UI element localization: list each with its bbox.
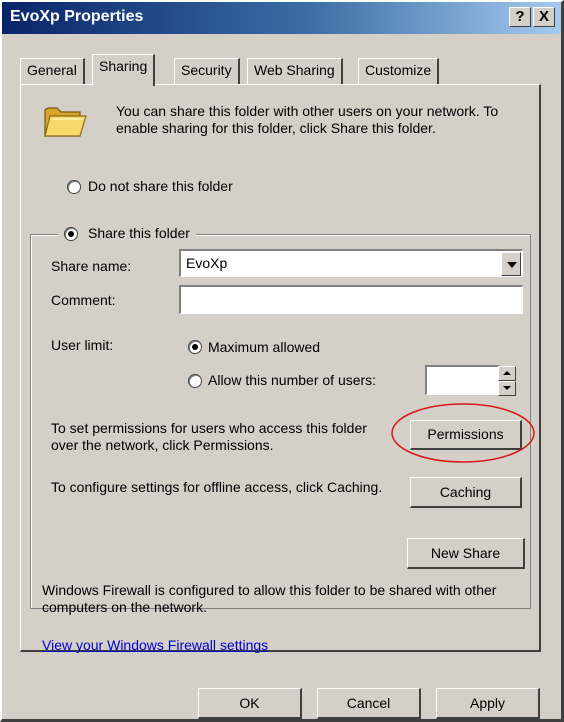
maximum-allowed-label[interactable]: Maximum allowed [208, 339, 320, 356]
apply-button[interactable]: Apply [436, 688, 540, 719]
title-bar[interactable]: EvoXp Properties ? X [2, 2, 561, 34]
comment-label: Comment: [51, 292, 116, 308]
properties-window: EvoXp Properties ? X General Sharing Sec… [0, 0, 564, 722]
tab-web-sharing[interactable]: Web Sharing [247, 58, 343, 84]
firewall-text: Windows Firewall is configured to allow … [42, 582, 497, 615]
share-name-dropdown[interactable]: EvoXp [179, 249, 523, 277]
chevron-down-icon[interactable] [501, 252, 521, 276]
share-name-value: EvoXp [186, 255, 228, 271]
do-not-share-radio[interactable] [67, 180, 81, 194]
user-limit-label: User limit: [51, 337, 114, 353]
share-folder-radio[interactable] [64, 227, 78, 241]
shared-folder-icon [44, 107, 87, 137]
share-name-label: Share name: [51, 258, 132, 274]
tab-security[interactable]: Security [174, 58, 240, 84]
intro-text: You can share this folder with other use… [116, 103, 499, 136]
caching-text: To configure settings for offline access… [51, 479, 383, 495]
allow-number-radio[interactable] [188, 374, 202, 388]
ok-button[interactable]: OK [198, 688, 302, 719]
new-share-button[interactable]: New Share [407, 538, 525, 569]
share-this-folder-option[interactable]: Share this folder [58, 224, 196, 244]
tab-sharing[interactable]: Sharing [92, 54, 156, 86]
share-folder-label[interactable]: Share this folder [88, 225, 214, 241]
user-count-input[interactable] [425, 365, 500, 395]
window-title: EvoXp Properties [10, 8, 144, 25]
do-not-share-label[interactable]: Do not share this folder [88, 178, 233, 195]
caching-button[interactable]: Caching [410, 477, 522, 508]
permissions-text: To set permissions for users who access … [51, 420, 367, 453]
allow-number-label[interactable]: Allow this number of users: [208, 372, 376, 389]
cancel-button[interactable]: Cancel [317, 688, 421, 719]
maximum-allowed-radio[interactable] [188, 340, 202, 354]
highlight-circle [391, 403, 535, 463]
close-button[interactable]: X [533, 7, 555, 27]
spin-down-icon[interactable] [498, 381, 516, 396]
tab-general[interactable]: General [20, 58, 85, 84]
help-button[interactable]: ? [509, 7, 531, 27]
spin-up-icon[interactable] [498, 366, 516, 381]
firewall-settings-link[interactable]: View your Windows Firewall settings [42, 637, 268, 653]
comment-input[interactable] [179, 285, 523, 314]
tab-customize[interactable]: Customize [358, 58, 440, 84]
